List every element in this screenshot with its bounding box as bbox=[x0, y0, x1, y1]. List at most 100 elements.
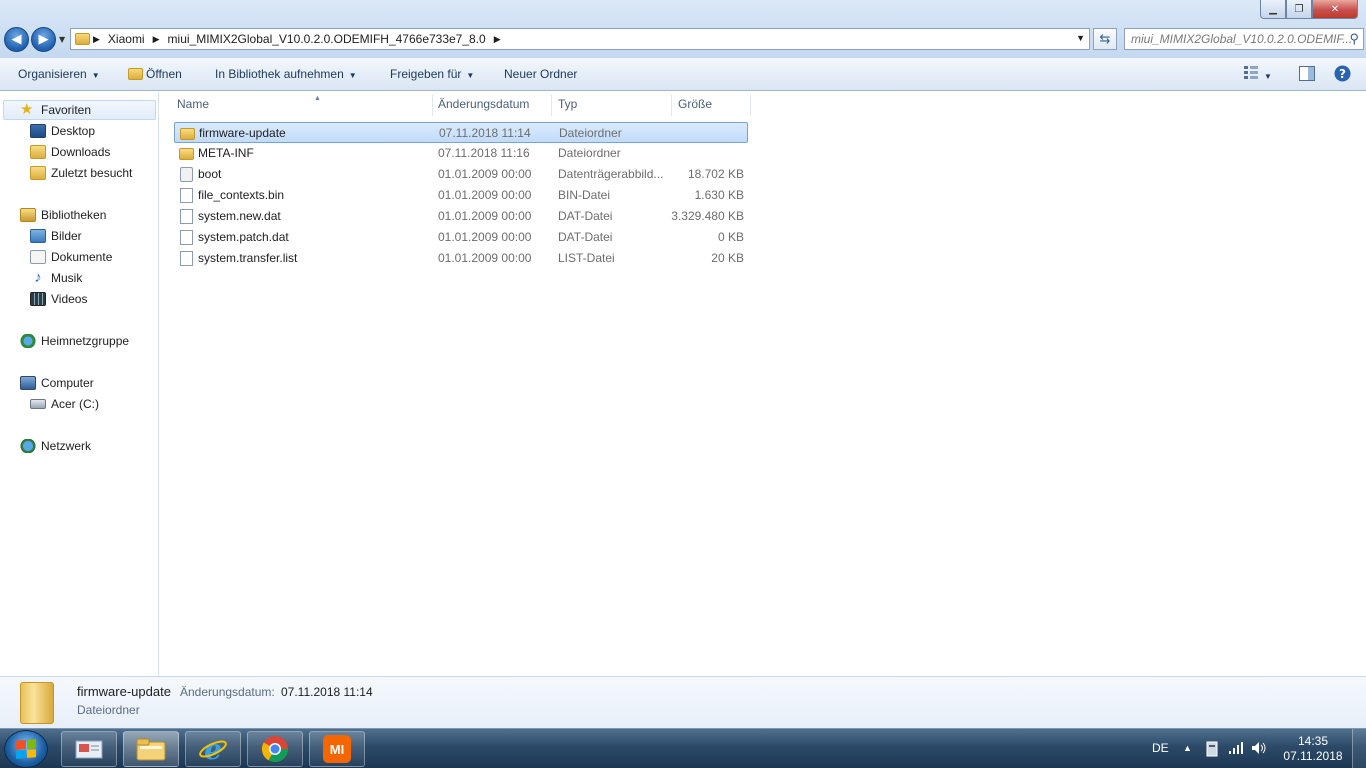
search-icon[interactable]: ⚲ bbox=[1349, 31, 1359, 47]
taskbar-app-chrome[interactable] bbox=[247, 731, 303, 767]
column-divider[interactable] bbox=[671, 94, 672, 116]
taskbar-app-mail[interactable] bbox=[61, 731, 117, 767]
music-icon: ♪ bbox=[34, 269, 42, 286]
file-name: file_contexts.bin bbox=[198, 188, 285, 202]
search-input[interactable]: miui_MIMIX2Global_V10.0.2.0.ODEMIF... ⚲ bbox=[1124, 28, 1364, 50]
computer-icon bbox=[20, 376, 36, 390]
column-header-name[interactable]: ▲ Name bbox=[177, 95, 432, 115]
recent-pages-dropdown[interactable]: ▼ bbox=[59, 35, 65, 44]
column-divider[interactable] bbox=[432, 94, 433, 116]
help-button[interactable]: ? bbox=[1334, 65, 1351, 85]
breadcrumb-chevron-icon[interactable]: ▶ bbox=[153, 34, 160, 45]
file-size: 1.630 KB bbox=[694, 188, 744, 202]
file-icon bbox=[180, 251, 193, 266]
details-name: firmware-update bbox=[77, 684, 171, 699]
file-row-system-transfer-list[interactable]: system.transfer.list 01.01.2009 00:00 LI… bbox=[174, 248, 748, 269]
libraries-icon bbox=[20, 208, 36, 222]
file-row-system-new-dat[interactable]: system.new.dat 01.01.2009 00:00 DAT-Date… bbox=[174, 206, 748, 227]
network-icon bbox=[20, 439, 36, 453]
file-icon bbox=[180, 230, 193, 245]
address-bar[interactable]: ▶ Xiaomi ▶ miui_MIMIX2Global_V10.0.2.0.O… bbox=[70, 28, 1090, 50]
file-row-file-contexts[interactable]: file_contexts.bin 01.01.2009 00:00 BIN-D… bbox=[174, 185, 748, 206]
breadcrumb-chevron-icon[interactable]: ▶ bbox=[93, 34, 100, 45]
details-type: Dateiordner bbox=[77, 703, 140, 717]
new-folder-button[interactable]: Neuer Ordner bbox=[504, 67, 577, 81]
sidebar-item-drive-c[interactable]: Acer (C:) bbox=[30, 394, 99, 414]
sidebar-item-recent[interactable]: Zuletzt besucht bbox=[30, 163, 132, 183]
sidebar-item-videos[interactable]: Videos bbox=[30, 289, 87, 309]
file-type: Dateiordner bbox=[559, 126, 622, 140]
open-button[interactable]: Öffnen bbox=[128, 67, 182, 81]
network-signal-icon[interactable] bbox=[1228, 741, 1244, 758]
organize-button[interactable]: Organisieren ▼ bbox=[18, 67, 100, 81]
videos-icon bbox=[30, 292, 46, 306]
close-button[interactable]: ✕ bbox=[1312, 0, 1358, 19]
breadcrumb-miui[interactable]: miui_MIMIX2Global_V10.0.2.0.ODEMIFH_4766… bbox=[168, 32, 486, 46]
view-options-button[interactable]: ▼ bbox=[1243, 65, 1272, 82]
sidebar-item-network[interactable]: Netzwerk bbox=[20, 436, 91, 456]
file-type: LIST-Datei bbox=[558, 251, 615, 265]
minimize-button[interactable]: ▁ bbox=[1260, 0, 1286, 19]
navigation-pane: ★ Favoriten Desktop Downloads Zuletzt be… bbox=[0, 92, 159, 676]
column-header-date[interactable]: Änderungsdatum bbox=[438, 97, 529, 115]
sidebar-item-favorites[interactable]: ★ Favoriten bbox=[3, 100, 156, 120]
sort-ascending-icon: ▲ bbox=[314, 95, 321, 102]
volume-icon[interactable] bbox=[1251, 741, 1267, 758]
sidebar-item-downloads[interactable]: Downloads bbox=[30, 142, 110, 162]
sidebar-item-desktop[interactable]: Desktop bbox=[30, 121, 95, 141]
sidebar-item-pictures[interactable]: Bilder bbox=[30, 226, 82, 246]
column-header-type[interactable]: Typ bbox=[558, 97, 577, 115]
action-center-icon[interactable] bbox=[1205, 741, 1219, 760]
sidebar-item-music[interactable]: ♪ Musik bbox=[30, 268, 82, 288]
svg-text:?: ? bbox=[1339, 67, 1346, 81]
start-button[interactable] bbox=[4, 730, 48, 768]
sidebar-item-documents[interactable]: Dokumente bbox=[30, 247, 112, 267]
column-divider[interactable] bbox=[750, 94, 751, 116]
view-list-icon bbox=[1244, 66, 1258, 79]
show-hidden-icons-button[interactable]: ▲ bbox=[1183, 743, 1192, 753]
column-header-size[interactable]: Größe bbox=[678, 97, 712, 115]
breadcrumb-chevron-icon[interactable]: ▶ bbox=[494, 34, 501, 45]
chrome-icon bbox=[261, 736, 289, 763]
show-desktop-button[interactable] bbox=[1352, 729, 1366, 768]
taskbar: e MI DE ▲ 14:35 07.11.2018 bbox=[0, 728, 1366, 768]
preview-pane-button[interactable] bbox=[1299, 66, 1315, 84]
sidebar-label: Bilder bbox=[51, 229, 82, 243]
column-divider[interactable] bbox=[551, 94, 552, 116]
include-in-library-button[interactable]: In Bibliothek aufnehmen ▼ bbox=[215, 67, 357, 81]
maximize-button[interactable]: ❐ bbox=[1286, 0, 1312, 19]
explorer-folder-icon bbox=[136, 738, 166, 761]
clock-date: 07.11.2018 bbox=[1283, 749, 1343, 763]
sidebar-item-computer[interactable]: Computer bbox=[20, 373, 94, 393]
file-type: Datenträgerabbild... bbox=[558, 167, 664, 181]
organize-label: Organisieren bbox=[18, 67, 87, 81]
file-row-meta-inf[interactable]: META-INF 07.11.2018 11:16 Dateiordner bbox=[174, 143, 748, 164]
sidebar-label: Heimnetzgruppe bbox=[41, 334, 130, 348]
file-size: 0 KB bbox=[717, 230, 744, 244]
system-clock[interactable]: 14:35 07.11.2018 bbox=[1282, 734, 1344, 764]
forward-button[interactable]: ▶ bbox=[31, 27, 56, 52]
file-row-boot[interactable]: boot 01.01.2009 00:00 Datenträgerabbild.… bbox=[174, 164, 748, 185]
back-button[interactable]: ◀ bbox=[4, 27, 29, 52]
language-indicator[interactable]: DE bbox=[1152, 741, 1169, 755]
open-folder-icon bbox=[128, 68, 143, 80]
file-date: 01.01.2009 00:00 bbox=[438, 188, 532, 202]
breadcrumb-xiaomi[interactable]: Xiaomi bbox=[108, 32, 145, 46]
documents-icon bbox=[30, 250, 46, 264]
windows-logo-icon bbox=[16, 739, 36, 759]
open-label: Öffnen bbox=[146, 67, 182, 81]
sidebar-label: Acer (C:) bbox=[51, 397, 99, 411]
file-date: 01.01.2009 00:00 bbox=[438, 209, 532, 223]
share-with-button[interactable]: Freigeben für ▼ bbox=[390, 67, 474, 81]
details-date-label: Änderungsdatum: bbox=[180, 685, 275, 699]
taskbar-app-ie[interactable]: e bbox=[185, 731, 241, 767]
taskbar-app-mi[interactable]: MI bbox=[309, 731, 365, 767]
sidebar-item-homegroup[interactable]: Heimnetzgruppe bbox=[20, 331, 129, 351]
file-row-system-patch-dat[interactable]: system.patch.dat 01.01.2009 00:00 DAT-Da… bbox=[174, 227, 748, 248]
taskbar-app-explorer[interactable] bbox=[123, 731, 179, 767]
refresh-button[interactable]: ⇆ bbox=[1093, 28, 1117, 50]
file-row-firmware-update[interactable]: firmware-update 07.11.2018 11:14 Dateior… bbox=[174, 122, 748, 143]
mail-app-icon bbox=[75, 740, 103, 759]
address-dropdown-icon[interactable]: ▼ bbox=[1076, 33, 1085, 43]
sidebar-item-libraries[interactable]: Bibliotheken bbox=[20, 205, 106, 225]
